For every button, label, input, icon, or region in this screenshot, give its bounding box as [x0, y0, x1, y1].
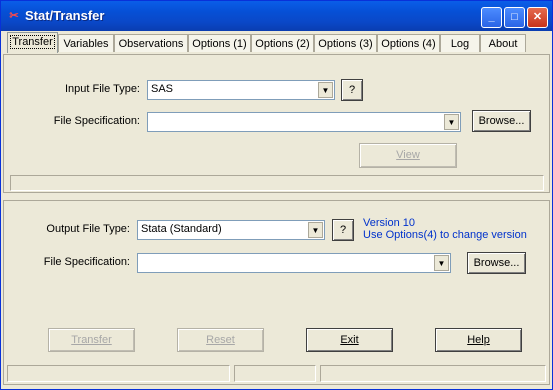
input-file-spec-field[interactable]: ▼	[147, 112, 461, 132]
maximize-icon: □	[511, 11, 518, 23]
output-file-spec-field[interactable]: ▼	[137, 253, 451, 273]
tab-options-3[interactable]: Options (3)	[314, 34, 377, 52]
tab-log[interactable]: Log	[440, 34, 480, 52]
app-icon: ✂	[9, 10, 19, 22]
output-file-spec-label: File Specification:	[43, 256, 130, 268]
help-button[interactable]: Help	[435, 328, 522, 352]
output-file-type-value: Stata (Standard)	[141, 223, 222, 235]
tab-about[interactable]: About	[480, 34, 526, 52]
close-icon: ✕	[532, 11, 543, 23]
input-status-bar	[10, 175, 544, 191]
reset-button[interactable]: Reset	[177, 328, 264, 352]
tab-observations[interactable]: Observations	[114, 34, 188, 52]
input-file-type-select[interactable]: SAS ▼	[147, 80, 335, 100]
output-file-type-label: Output File Type:	[46, 223, 130, 235]
app-window: ✂ Stat/Transfer _ □ ✕ Transfer Variables…	[0, 0, 553, 390]
status-pane-3	[320, 365, 546, 382]
window-title: Stat/Transfer	[25, 8, 105, 23]
minimize-icon: _	[488, 11, 495, 23]
tab-options-1[interactable]: Options (1)	[188, 34, 251, 52]
minimize-button[interactable]: _	[481, 7, 502, 28]
tab-options-2[interactable]: Options (2)	[251, 34, 314, 52]
output-file-type-select[interactable]: Stata (Standard) ▼	[137, 220, 325, 240]
tab-variables[interactable]: Variables	[58, 34, 114, 52]
close-button[interactable]: ✕	[527, 7, 548, 28]
version-note: Version 10 Use Options(4) to change vers…	[363, 217, 527, 241]
transfer-button[interactable]: Transfer	[48, 328, 135, 352]
version-line: Version 10	[363, 217, 415, 229]
tab-options-4[interactable]: Options (4)	[377, 34, 440, 52]
chevron-down-icon[interactable]: ▼	[308, 222, 323, 238]
output-panel: Output File Type: Stata (Standard) ▼ ? V…	[3, 200, 550, 385]
output-browse-button[interactable]: Browse...	[467, 252, 526, 274]
input-help-button[interactable]: ?	[341, 79, 363, 101]
chevron-down-icon[interactable]: ▼	[434, 255, 449, 271]
tab-strip: Transfer Variables Observations Options …	[6, 32, 546, 54]
output-help-button[interactable]: ?	[332, 219, 354, 241]
version-hint: Use Options(4) to change version	[363, 229, 527, 241]
input-file-spec-label: File Specification:	[53, 115, 140, 127]
title-bar[interactable]: ✂ Stat/Transfer _ □ ✕	[1, 1, 552, 31]
input-panel: Input File Type: SAS ▼ ? File Specificat…	[3, 54, 550, 193]
tab-transfer[interactable]: Transfer	[7, 32, 58, 53]
status-pane-2	[234, 365, 316, 382]
chevron-down-icon[interactable]: ▼	[318, 82, 333, 98]
chevron-down-icon[interactable]: ▼	[444, 114, 459, 130]
view-button[interactable]: View	[359, 143, 457, 168]
exit-button[interactable]: Exit	[306, 328, 393, 352]
input-file-type-label: Input File Type:	[64, 83, 140, 95]
status-pane-1	[7, 365, 230, 382]
maximize-button[interactable]: □	[504, 7, 525, 28]
input-file-type-value: SAS	[151, 83, 174, 95]
input-browse-button[interactable]: Browse...	[472, 110, 531, 132]
